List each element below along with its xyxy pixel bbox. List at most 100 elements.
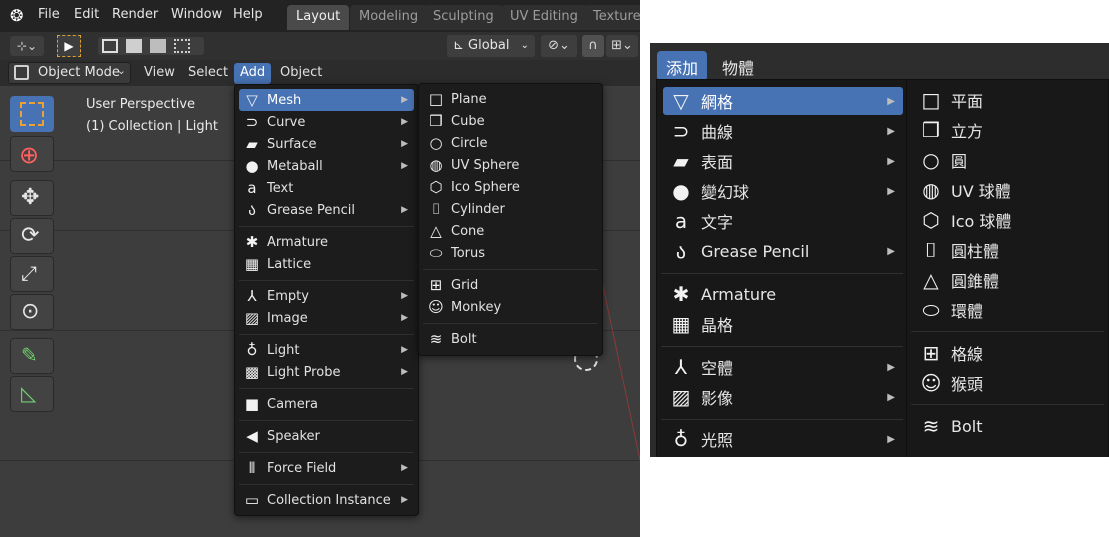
intersect-selection-icon[interactable] bbox=[174, 39, 190, 53]
add-menu-item-mesh[interactable]: ▽ Mesh ▶ bbox=[239, 89, 414, 111]
mesh-icon: ▽ bbox=[673, 89, 689, 113]
tab-modeling[interactable]: Modeling bbox=[350, 5, 428, 30]
lattice-icon: ▦ bbox=[244, 255, 260, 273]
annotate-tool[interactable]: ✎ bbox=[10, 338, 54, 374]
menu-item-label: Lattice bbox=[267, 256, 312, 272]
mesh-item-monkey[interactable]: ☺ 猴頭 bbox=[913, 369, 1104, 397]
add-menu-item-curve[interactable]: ⊃ 曲線 ▶ bbox=[663, 117, 903, 145]
header-menu-view[interactable]: View bbox=[138, 63, 181, 84]
add-menu-item-speaker[interactable]: ◀ Speaker bbox=[239, 425, 414, 447]
add-menu-item-image[interactable]: ▨ 影像 ▶ bbox=[663, 383, 903, 411]
add-menu-item-image[interactable]: ▨ Image ▶ bbox=[239, 307, 414, 329]
mode-dropdown[interactable]: Object Mode ⌄ bbox=[8, 62, 131, 84]
mesh-item-uv-sphere[interactable]: ◍ UV 球體 bbox=[913, 176, 1104, 204]
mesh-item-cube[interactable]: ❒ Cube bbox=[423, 110, 598, 132]
subtract-selection-icon[interactable] bbox=[150, 39, 166, 53]
mesh-item-torus[interactable]: ⬭ 環體 bbox=[913, 296, 1104, 324]
add-menu-item-mesh[interactable]: ▽ 網格 ▶ bbox=[663, 87, 903, 115]
top-menu-bar: ❂ File Edit Render Window Help Layout Mo… bbox=[0, 0, 640, 32]
add-menu-item-surface[interactable]: ▰ 表面 ▶ bbox=[663, 147, 903, 175]
add-menu-item-collection-instance[interactable]: ▭ Collection Instance ▶ bbox=[239, 489, 414, 511]
add-menu-item-surface[interactable]: ▰ Surface ▶ bbox=[239, 133, 414, 155]
move-tool[interactable]: ✥ bbox=[10, 180, 54, 216]
add-menu-item-armature[interactable]: ✱ Armature bbox=[239, 231, 414, 253]
transform-icon: ⊙ bbox=[21, 299, 40, 324]
header-menu-add[interactable]: Add bbox=[234, 63, 272, 84]
menu-file[interactable]: File bbox=[38, 7, 60, 22]
add-menu-item-light[interactable]: ♁ 光照 ▶ bbox=[663, 425, 903, 453]
circle-icon: ○ bbox=[429, 134, 443, 152]
add-menu-item-empty[interactable]: ⅄ Empty ▶ bbox=[239, 285, 414, 307]
tab-texture[interactable]: Texture bbox=[584, 5, 640, 30]
set-selection-icon[interactable] bbox=[102, 39, 118, 53]
scale-tool[interactable]: ⤢ bbox=[10, 256, 54, 292]
add-menu-item-text[interactable]: a 文字 bbox=[663, 207, 903, 235]
rotate-tool[interactable]: ⟳ bbox=[10, 218, 54, 254]
add-menu-item-lattice[interactable]: ▦ 晶格 bbox=[663, 310, 903, 338]
empty-icon: ⅄ bbox=[247, 287, 257, 305]
transform-pivot-icon[interactable]: ⊹⌄ bbox=[10, 36, 44, 56]
add-menu-item-curve[interactable]: ⊃ Curve ▶ bbox=[239, 111, 414, 133]
add-menu-item-force-field[interactable]: ⦀ Force Field ▶ bbox=[239, 457, 414, 479]
mesh-item-uv-sphere[interactable]: ◍ UV Sphere bbox=[423, 154, 598, 176]
add-menu-item-text[interactable]: a Text bbox=[239, 177, 414, 199]
menu-help[interactable]: Help bbox=[233, 7, 263, 22]
mesh-item-ico-sphere[interactable]: ⬡ Ico Sphere bbox=[423, 176, 598, 198]
add-menu-item-light-probe[interactable]: ▩ Light Probe ▶ bbox=[239, 361, 414, 383]
add-menu-item-grease-pencil[interactable]: ა Grease Pencil ▶ bbox=[239, 199, 414, 221]
add-menu-item-armature[interactable]: ✱ Armature bbox=[663, 280, 903, 308]
magnet-icon[interactable]: ∩ bbox=[582, 35, 604, 57]
tab-uv-editing[interactable]: UV Editing bbox=[501, 5, 587, 30]
mesh-item-circle[interactable]: ○ 圓 bbox=[913, 146, 1104, 174]
menu-render[interactable]: Render bbox=[112, 7, 158, 22]
header-menu-select[interactable]: Select bbox=[182, 63, 234, 84]
add-menu-item-light[interactable]: ♁ Light ▶ bbox=[239, 339, 414, 361]
select-box-icon[interactable]: ▶ bbox=[57, 35, 81, 57]
menu-item-label: Monkey bbox=[451, 299, 502, 315]
measure-tool[interactable]: ◺ bbox=[10, 376, 54, 412]
cursor-tool[interactable]: ⊕ bbox=[10, 136, 54, 172]
mode-value: Object Mode bbox=[38, 65, 120, 80]
tab-sculpting[interactable]: Sculpting bbox=[424, 5, 503, 30]
mesh-item-grid[interactable]: ⊞ Grid bbox=[423, 274, 598, 296]
menu-item-label: Bolt bbox=[951, 416, 983, 436]
orientation-dropdown[interactable]: ⊾ Global ⌄ bbox=[447, 35, 535, 57]
tab-layout[interactable]: Layout bbox=[287, 5, 350, 30]
menu-item-label: 立方 bbox=[951, 122, 984, 141]
add-menu-item-camera[interactable]: ■ Camera bbox=[239, 393, 414, 415]
mesh-item-bolt[interactable]: ≋ Bolt bbox=[913, 412, 1104, 440]
header-menu-object-zh[interactable]: 物體 bbox=[713, 51, 763, 81]
viewport-collection-label: (1) Collection | Light bbox=[86, 119, 218, 134]
header-menu-object[interactable]: Object bbox=[274, 63, 328, 84]
mesh-item-cylinder[interactable]: ⌷ Cylinder bbox=[423, 198, 598, 220]
add-menu-item-lattice[interactable]: ▦ Lattice bbox=[239, 253, 414, 275]
add-menu-item-grease-pencil[interactable]: ა Grease Pencil ▶ bbox=[663, 237, 903, 265]
menu-item-label: Metaball bbox=[267, 158, 323, 174]
mesh-item-circle[interactable]: ○ Circle bbox=[423, 132, 598, 154]
mesh-item-bolt[interactable]: ≋ Bolt bbox=[423, 328, 598, 350]
add-menu-item-metaball[interactable]: ● Metaball ▶ bbox=[239, 155, 414, 177]
mesh-item-monkey[interactable]: ☺ Monkey bbox=[423, 296, 598, 318]
mesh-item-ico-sphere[interactable]: ⬡ Ico 球體 bbox=[913, 206, 1104, 234]
mesh-item-cylinder[interactable]: ⌷ 圓柱體 bbox=[913, 236, 1104, 264]
extend-selection-icon[interactable] bbox=[126, 39, 142, 53]
transform-tool[interactable]: ⊙ bbox=[10, 294, 54, 330]
surface-icon: ▰ bbox=[246, 135, 258, 153]
snap-icon[interactable]: ⊘⌄ bbox=[541, 35, 577, 57]
menu-edit[interactable]: Edit bbox=[74, 7, 99, 22]
mesh-item-plane[interactable]: □ Plane bbox=[423, 88, 598, 110]
blender-logo-icon[interactable]: ❂ bbox=[10, 6, 23, 25]
mesh-item-cone[interactable]: △ 圓錐體 bbox=[913, 266, 1104, 294]
mesh-item-grid[interactable]: ⊞ 格線 bbox=[913, 339, 1104, 367]
mesh-item-cone[interactable]: △ Cone bbox=[423, 220, 598, 242]
mesh-item-plane[interactable]: □ 平面 bbox=[913, 86, 1104, 114]
select-box-tool[interactable] bbox=[10, 96, 54, 132]
header-menu-add-zh[interactable]: 添加 bbox=[657, 51, 708, 81]
selection-mode-group[interactable] bbox=[98, 37, 204, 55]
add-menu-item-empty[interactable]: ⅄ 空體 ▶ bbox=[663, 353, 903, 381]
snap-target-icon[interactable]: ⊞⌄ bbox=[606, 35, 638, 57]
add-menu-item-metaball[interactable]: ● 變幻球 ▶ bbox=[663, 177, 903, 205]
mesh-item-cube[interactable]: ❒ 立方 bbox=[913, 116, 1104, 144]
mesh-item-torus[interactable]: ⬭ Torus bbox=[423, 242, 598, 264]
menu-window[interactable]: Window bbox=[171, 7, 222, 22]
